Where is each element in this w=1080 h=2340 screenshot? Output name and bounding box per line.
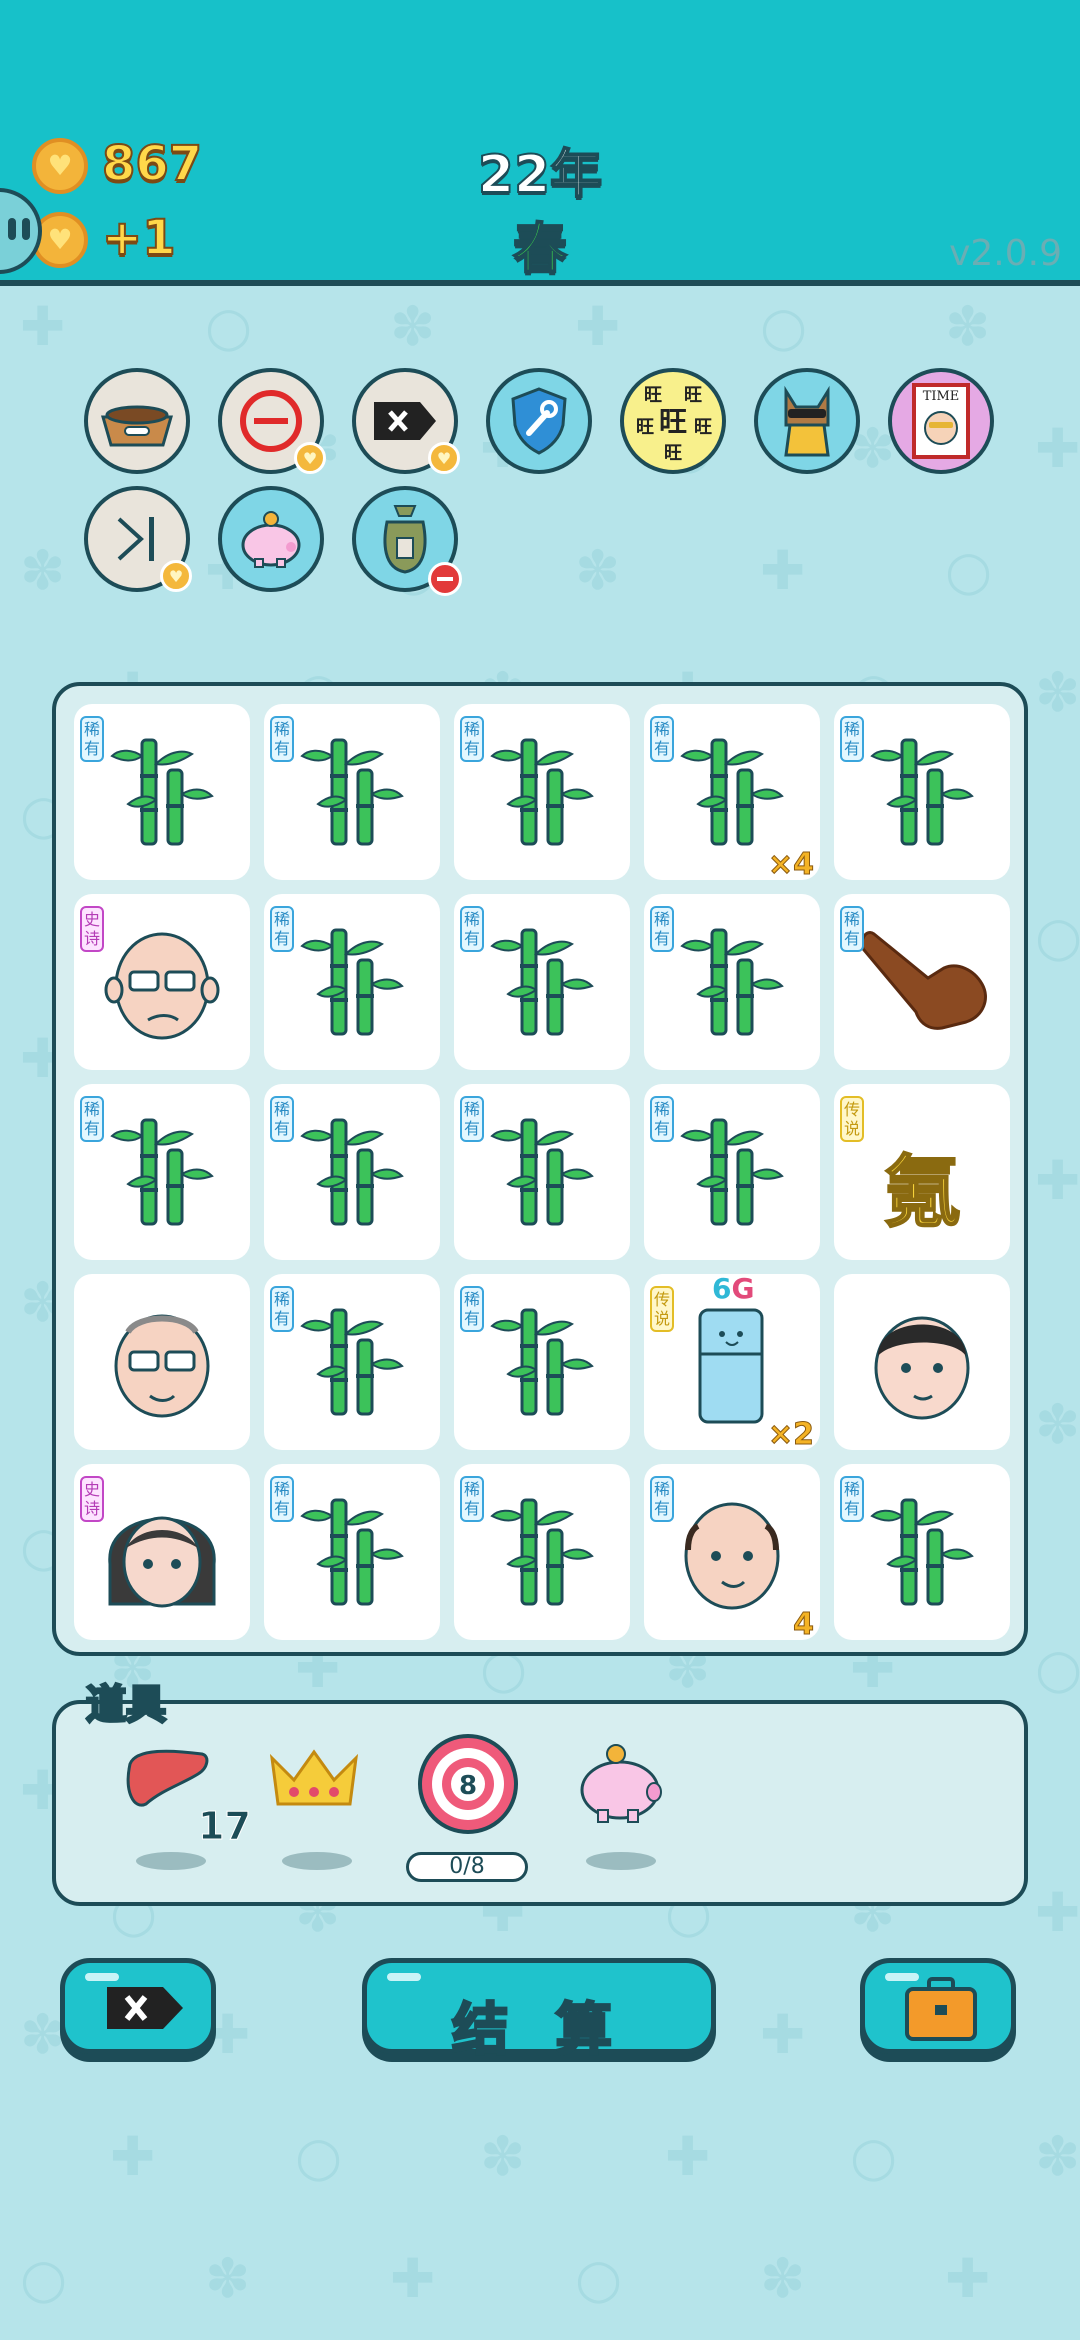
board-cell-bamboo[interactable]: 稀有 [454, 1274, 630, 1450]
slot-board: 稀有 稀有 稀有 稀有 ×4 稀有 史诗 稀有 稀有 稀有 稀有 稀有 稀有 稀有 稀有氪传说 稀有 稀有 6G 传… [52, 682, 1028, 1656]
heart-badge-icon: ♥ [428, 442, 460, 474]
wang-tiles-icon[interactable]: 旺 旺 旺 旺 旺 旺 [620, 368, 726, 474]
krypton-char-icon: 氪 [882, 1147, 962, 1239]
rarity-badge-rare: 稀有 [270, 1286, 294, 1332]
rarity-badge-rare: 稀有 [650, 716, 674, 762]
board-cell-bald-man[interactable]: 稀有 4 [644, 1464, 820, 1643]
rarity-badge-rare: 稀有 [460, 906, 484, 952]
settle-button-label: 结 算 [451, 1997, 626, 2065]
rarity-badge-rare: 稀有 [460, 1096, 484, 1142]
multiplier-label: ×4 [767, 847, 814, 883]
svg-text:旺: 旺 [664, 443, 682, 464]
multiplier-label: 4 [793, 1607, 815, 1643]
briefcase-icon [905, 1977, 977, 2041]
money-bag-icon[interactable] [352, 486, 462, 596]
skip-icon[interactable]: ♥ [84, 486, 192, 592]
svg-text:旺: 旺 [636, 417, 654, 438]
rarity-badge-rare: 稀有 [460, 1476, 484, 1522]
board-cell-bamboo[interactable]: 稀有 [264, 1464, 440, 1640]
dart-progress: 0/8 [406, 1852, 528, 1882]
board-cell-pointing-hand[interactable]: 稀有 [834, 894, 1010, 1070]
crown-item[interactable] [264, 1744, 374, 1870]
rarity-badge-rare: 稀有 [840, 716, 864, 762]
heart-badge-icon: ♥ [294, 442, 326, 474]
board-cell-bamboo[interactable]: 稀有 [454, 1084, 630, 1260]
dartboard-icon: 8 [418, 1734, 518, 1834]
rarity-badge-epic: 史诗 [80, 1476, 104, 1522]
board-cell-bamboo[interactable]: 稀有 [264, 894, 440, 1070]
crown-icon [269, 1749, 359, 1806]
rarity-badge-rare: 稀有 [270, 1476, 294, 1522]
rarity-badge-rare: 稀有 [840, 906, 864, 952]
delete-tag-icon [107, 1987, 183, 2029]
svg-text:TIME: TIME [923, 389, 960, 404]
rarity-badge-legend: 传说 [840, 1096, 864, 1142]
board-cell-bamboo[interactable]: 稀有 [74, 1084, 250, 1260]
board-cell-bamboo[interactable]: 稀有 [264, 1274, 440, 1450]
board-cell-bamboo[interactable]: 稀有 [834, 704, 1010, 880]
rarity-badge-rare: 稀有 [80, 716, 104, 762]
piggy-bank-tool[interactable] [566, 1740, 676, 1870]
board-cell-bamboo[interactable]: 稀有 [74, 704, 250, 880]
board-cell-bamboo[interactable]: 稀有 [264, 1084, 440, 1260]
top-bar: ♥ 867 ♥ +1 22年 春 v2.0.9 [0, 0, 1080, 286]
svg-text:旺: 旺 [644, 385, 662, 406]
rarity-badge-epic: 史诗 [80, 906, 104, 952]
dog-food-bowl-icon[interactable] [84, 368, 190, 474]
tools-title: 道具 [85, 1681, 168, 1730]
board-cell-old-man-glasses[interactable]: 史诗 [74, 894, 250, 1070]
fridge-6g-label: 6G [712, 1272, 755, 1305]
briefcase-button[interactable] [860, 1958, 1016, 2054]
version-label: v2.0.9 [949, 233, 1062, 274]
svg-text:旺: 旺 [659, 405, 687, 438]
remove-symbol-icon[interactable]: ♥ [218, 368, 326, 474]
rarity-badge-rare: 稀有 [80, 1096, 104, 1142]
season-label: 春 [512, 216, 568, 281]
settle-button[interactable]: 结 算 [362, 1958, 716, 2065]
liver-item[interactable]: 17 [122, 1744, 251, 1870]
board-cell-bamboo[interactable]: 稀有 [454, 704, 630, 880]
dart-number: 8 [459, 1771, 477, 1801]
piggy-bank-icon [580, 1744, 662, 1823]
delete-tag-icon[interactable]: ♥ [352, 368, 460, 474]
board-cell-bamboo[interactable]: 稀有 [454, 1464, 630, 1640]
board-cell-bamboo[interactable]: 稀有 [644, 1084, 820, 1260]
board-cell-bamboo[interactable]: 稀有 [454, 894, 630, 1070]
rarity-badge-rare: 稀有 [650, 1096, 674, 1142]
multiplier-label: ×2 [767, 1417, 814, 1453]
rarity-badge-rare: 稀有 [650, 906, 674, 952]
tools-panel: 17 8 0/8 [52, 1700, 1028, 1906]
board-cell-fridge[interactable]: 6G 传说 ×2 [644, 1272, 820, 1453]
board-cell-bamboo[interactable]: 稀有 [834, 1464, 1010, 1640]
board-cell-man-face[interactable] [834, 1274, 1010, 1450]
rarity-badge-legend: 传说 [650, 1286, 674, 1332]
board-cell-bamboo[interactable]: 稀有 [644, 894, 820, 1070]
svg-text:旺: 旺 [684, 385, 702, 406]
rarity-badge-rare: 稀有 [650, 1476, 674, 1522]
rarity-badge-rare: 稀有 [460, 1286, 484, 1332]
rarity-badge-rare: 稀有 [840, 1476, 864, 1522]
piggy-bank-icon[interactable] [218, 486, 324, 592]
rarity-badge-rare: 稀有 [270, 906, 294, 952]
time-magazine-icon[interactable]: TIME [888, 368, 994, 474]
board-cell-bamboo[interactable]: 稀有 [264, 704, 440, 880]
board-cell-char[interactable]: 氪传说 [834, 1084, 1010, 1260]
heart-badge-icon: ♥ [160, 560, 192, 592]
rarity-badge-rare: 稀有 [460, 716, 484, 762]
rarity-badge-rare: 稀有 [270, 1096, 294, 1142]
minus-badge-icon [428, 562, 462, 596]
rarity-badge-rare: 稀有 [270, 716, 294, 762]
board-cell-grandpa-glasses[interactable] [74, 1274, 250, 1450]
shield-wrench-icon[interactable] [486, 368, 592, 474]
year-label: 22年 [477, 144, 603, 206]
svg-text:旺: 旺 [694, 417, 712, 438]
remove-button[interactable] [60, 1958, 216, 2054]
board-cell-woman-face[interactable]: 史诗 [74, 1464, 250, 1640]
dog-with-sunglasses-icon[interactable] [754, 368, 860, 474]
liver-count: 17 [198, 1804, 252, 1849]
board-cell-bamboo[interactable]: 稀有 ×4 [644, 704, 820, 883]
